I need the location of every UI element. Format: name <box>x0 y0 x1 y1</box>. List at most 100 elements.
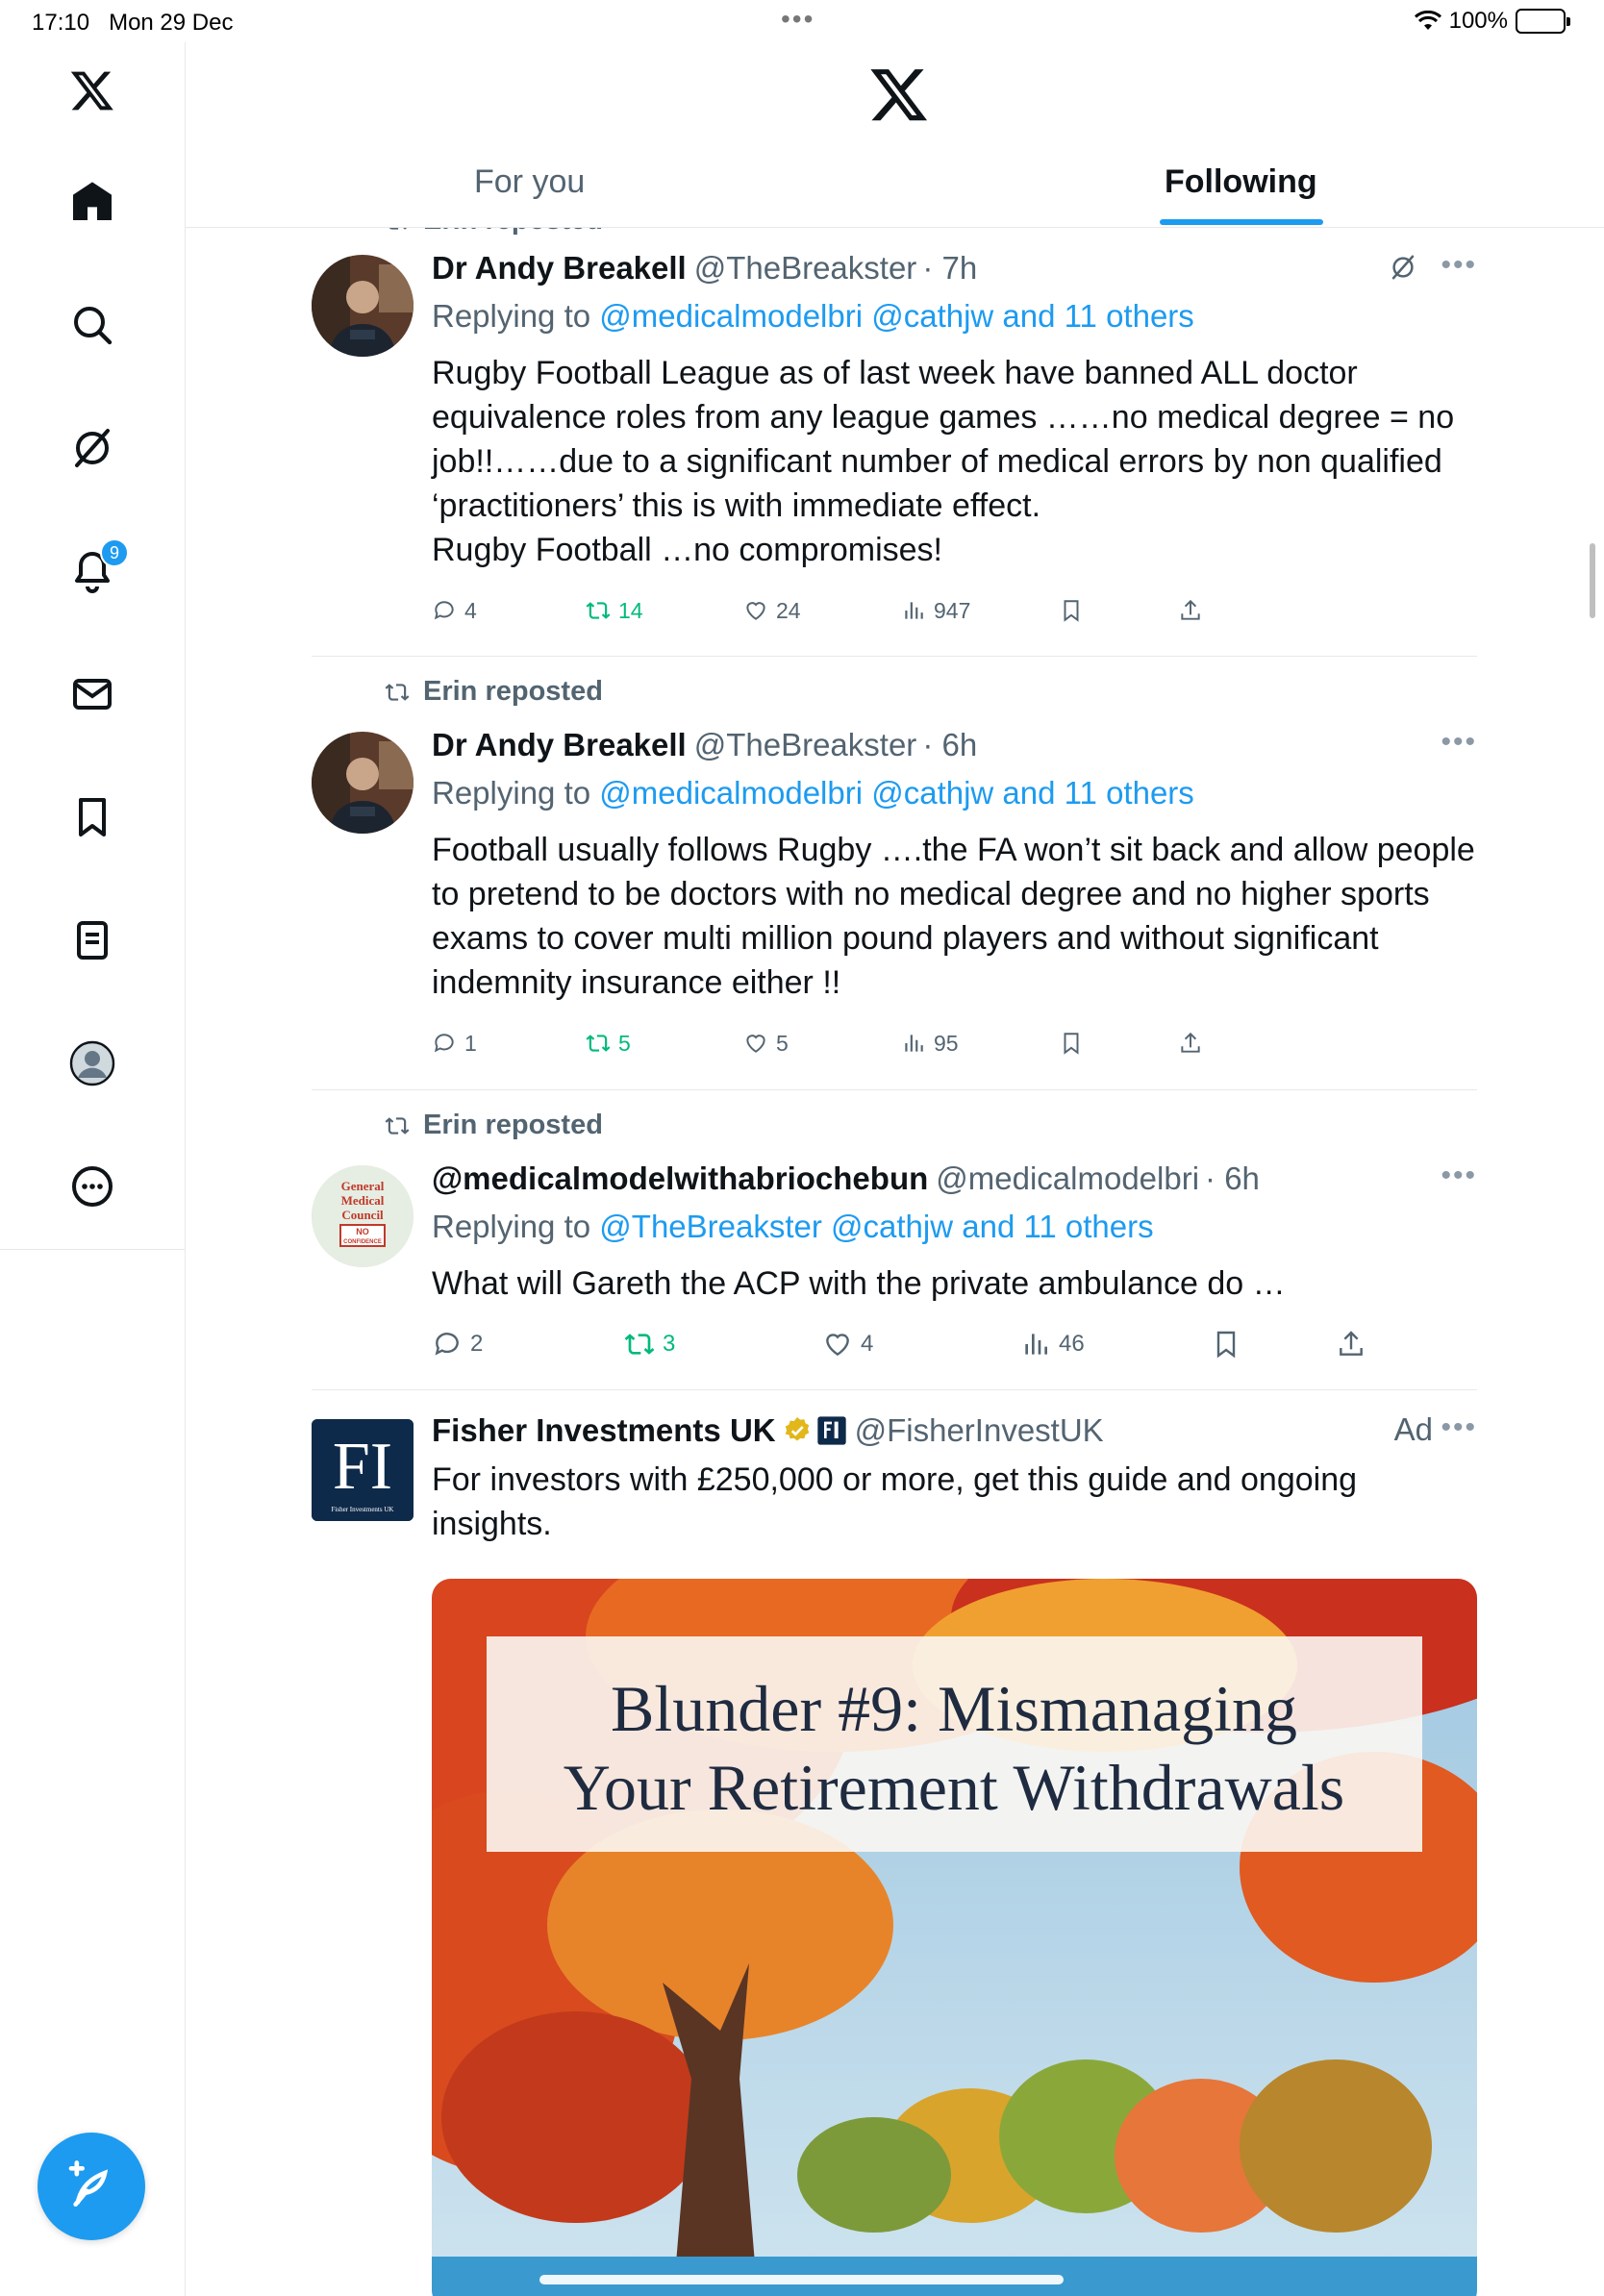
repost-button[interactable]: 14 <box>586 593 743 628</box>
author-avatar[interactable] <box>312 732 414 834</box>
post-item[interactable]: Erin reposted Dr Andy Breakell @TheBreak… <box>312 657 1477 1090</box>
repost-button[interactable]: 3 <box>624 1327 822 1361</box>
post-content: Dr Andy Breakell @TheBreakster · 6h Repl… <box>432 726 1477 1061</box>
sidebar-divider <box>185 1250 186 2296</box>
repost-indicator: Erin reposted <box>383 228 603 237</box>
compose-post-button[interactable] <box>38 2133 145 2240</box>
reply-mentions-link[interactable]: @TheBreakster @cathjw and 11 others <box>599 1209 1153 1244</box>
reply-mentions-link[interactable]: @medicalmodelbri @cathjw and 11 others <box>599 298 1194 334</box>
bookmark-button[interactable] <box>1059 1026 1178 1061</box>
reply-button[interactable]: 2 <box>432 1327 624 1361</box>
views-button[interactable]: 947 <box>901 593 1059 628</box>
ad-text: For investors with £250,000 or more, get… <box>432 1458 1477 1546</box>
more-options-icon[interactable]: ••• <box>1441 1160 1477 1192</box>
reply-button[interactable]: 1 <box>432 1026 586 1061</box>
author-name[interactable]: @medicalmodelwithabriochebun <box>432 1160 928 1198</box>
timeline-feed: Erin reposted Dr Andy Breakell @TheBreak… <box>312 228 1477 2296</box>
post-text-line: equivalence roles from any league games … <box>432 399 1455 436</box>
reply-count: 1 <box>464 1030 477 1056</box>
grok-icon[interactable] <box>1389 253 1417 287</box>
post-text-line: Rugby Football …no compromises! <box>432 532 943 568</box>
repost-count: 5 <box>618 1030 631 1056</box>
tab-for-you[interactable]: For you <box>474 163 585 201</box>
post-text: Rugby Football League as of last week ha… <box>432 351 1477 572</box>
more-options-icon[interactable]: ••• <box>1441 726 1477 759</box>
ad-text-line: insights. <box>432 1506 552 1542</box>
scrollbar[interactable] <box>1590 543 1595 618</box>
notifications-bell-icon[interactable]: 9 <box>46 525 138 617</box>
views-button[interactable]: 46 <box>1020 1327 1211 1361</box>
advertiser-name[interactable]: Fisher Investments UK <box>432 1411 776 1450</box>
reply-icon <box>434 1034 454 1053</box>
x-logo-icon[interactable] <box>46 44 138 137</box>
bookmark-button[interactable] <box>1211 1327 1336 1361</box>
grok-icon[interactable] <box>46 402 138 494</box>
reply-prefix: Replying to <box>432 1209 591 1244</box>
search-icon[interactable] <box>46 279 138 371</box>
repost-indicator: Erin reposted <box>383 1110 603 1141</box>
share-button[interactable] <box>1178 1026 1203 1061</box>
bookmark-button[interactable] <box>1059 593 1178 628</box>
repost-button[interactable]: 5 <box>586 1026 743 1061</box>
messages-icon[interactable] <box>46 648 138 740</box>
post-text-line: job!!……due to a significant number of me… <box>432 443 1442 480</box>
post-actions: 4 14 24 947 <box>432 593 1477 628</box>
more-options-icon[interactable] <box>46 1140 138 1233</box>
more-options-icon[interactable]: ••• <box>1441 249 1477 282</box>
share-button[interactable] <box>1178 593 1203 628</box>
x-logo-icon[interactable] <box>868 63 930 125</box>
reply-count: 4 <box>464 597 477 623</box>
views-button[interactable]: 95 <box>901 1026 1059 1061</box>
bookmarks-icon[interactable] <box>46 771 138 863</box>
post-actions: 1 5 5 95 <box>432 1026 1477 1061</box>
like-button[interactable]: 24 <box>743 593 901 628</box>
ad-label: Ad <box>1393 1411 1433 1447</box>
avatar-text: NO <box>356 1227 369 1236</box>
post-item[interactable]: Erin reposted Dr Andy Breakell @TheBreak… <box>312 228 1477 657</box>
author-handle[interactable]: @medicalmodelbri <box>936 1160 1199 1198</box>
reply-context: Replying to @TheBreakster @cathjw and 11… <box>432 1208 1477 1246</box>
share-icon <box>1181 1032 1200 1053</box>
view-count: 95 <box>934 1030 959 1056</box>
sidebar: 9 <box>0 42 186 1250</box>
post-item[interactable]: Erin reposted General Medical Council NO… <box>312 1090 1477 1390</box>
post-time[interactable]: · 6h <box>922 726 977 764</box>
author-name[interactable]: Dr Andy Breakell <box>432 249 687 287</box>
author-name[interactable]: Dr Andy Breakell <box>432 726 687 764</box>
author-handle[interactable]: @TheBreakster <box>694 726 917 764</box>
ad-image[interactable]: Blunder #9: Mismanaging Your Retirement … <box>432 1579 1477 2296</box>
active-tab-indicator <box>1160 219 1323 225</box>
author-avatar[interactable] <box>312 255 414 357</box>
post-text: What will Gareth the ACP with the privat… <box>432 1261 1477 1306</box>
advertiser-logo[interactable]: FI Fisher Investments UK <box>312 1419 414 1521</box>
ad-post[interactable]: FI Fisher Investments UK Fisher Investme… <box>312 1390 1477 2296</box>
post-actions: 2 3 4 46 <box>432 1327 1477 1361</box>
repost-icon <box>624 1334 655 1355</box>
multitasking-dots-icon[interactable]: ••• <box>781 4 815 35</box>
verified-gold-badge-icon <box>785 1417 809 1441</box>
author-handle[interactable]: @TheBreakster <box>694 249 917 287</box>
repost-icon <box>385 683 410 701</box>
more-options-icon[interactable]: ••• <box>1441 1411 1477 1444</box>
home-indicator[interactable] <box>539 2275 1064 2284</box>
advertiser-handle[interactable]: @FisherInvestUK <box>855 1411 1104 1450</box>
post-time[interactable]: · 6h <box>1205 1160 1260 1198</box>
ad-image-title-line1: Blunder #9: Mismanaging <box>611 1672 1297 1745</box>
bookmark-icon <box>1064 1033 1079 1055</box>
repost-icon <box>586 602 611 619</box>
tab-following[interactable]: Following <box>1165 163 1317 201</box>
reply-button[interactable]: 4 <box>432 593 586 628</box>
author-avatar[interactable]: General Medical Council NO CONFIDENCE <box>312 1165 414 1267</box>
avatar-text: Council <box>341 1208 384 1222</box>
post-text-line: Rugby Football League as of last week ha… <box>432 355 1358 391</box>
post-time[interactable]: · 7h <box>922 249 977 287</box>
ad-image-title-line2: Your Retirement Withdrawals <box>564 1751 1345 1824</box>
profile-avatar-icon[interactable] <box>46 1017 138 1110</box>
home-icon[interactable] <box>46 156 138 248</box>
like-button[interactable]: 5 <box>743 1026 901 1061</box>
share-button[interactable] <box>1336 1327 1366 1361</box>
reply-mentions-link[interactable]: @medicalmodelbri @cathjw and 11 others <box>599 775 1194 811</box>
reply-prefix: Replying to <box>432 298 591 334</box>
like-button[interactable]: 4 <box>822 1327 1020 1361</box>
lists-icon[interactable] <box>46 894 138 986</box>
